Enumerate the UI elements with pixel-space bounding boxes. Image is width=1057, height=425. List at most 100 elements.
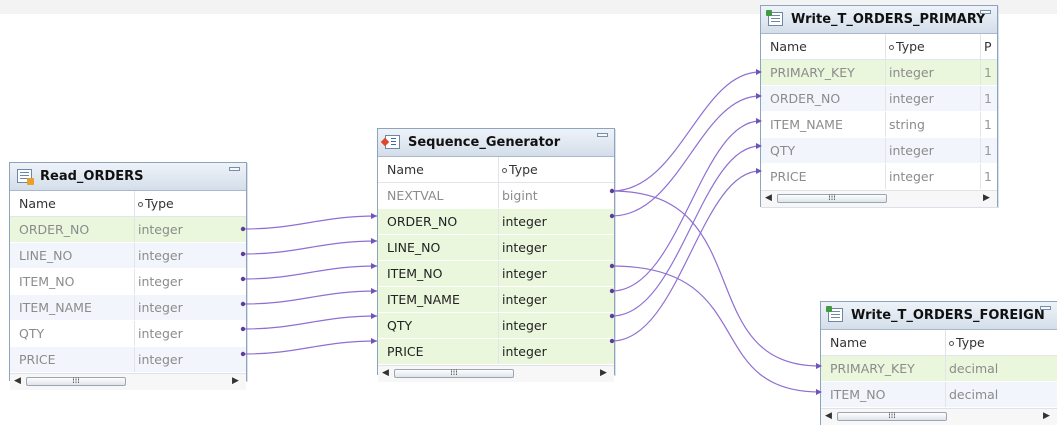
link-order-no-primary[interactable] bbox=[611, 95, 761, 217]
scroll-right-icon[interactable]: ▶ bbox=[982, 193, 991, 204]
column-header: Name Type bbox=[10, 191, 246, 217]
port-type: integer bbox=[134, 217, 232, 242]
port-row[interactable]: PRIMARY_KEY decimal bbox=[821, 356, 1057, 382]
scrollbar-thumb[interactable]: ⁞⁞⁞ bbox=[394, 369, 514, 378]
sequence-generator-icon bbox=[385, 135, 400, 149]
minimize-icon[interactable] bbox=[1040, 306, 1051, 310]
scroll-right-icon[interactable]: ▶ bbox=[231, 376, 240, 387]
name-header[interactable]: Name bbox=[761, 34, 885, 59]
port-row[interactable]: LINE_NO integer bbox=[10, 243, 246, 269]
link-qty[interactable] bbox=[242, 315, 378, 330]
type-header-label: Type bbox=[956, 335, 985, 350]
scroll-left-icon[interactable]: ◀ bbox=[824, 411, 833, 422]
port-name: QTY bbox=[19, 326, 45, 341]
port-row[interactable]: ITEM_NAME string 1 bbox=[761, 112, 997, 138]
port-row[interactable]: LINE_NO integer bbox=[378, 235, 614, 261]
port-name: ORDER_NO bbox=[770, 91, 841, 106]
port-row[interactable]: ORDER_NO integer 1 bbox=[761, 86, 997, 112]
sort-indicator-icon bbox=[949, 341, 954, 346]
scroll-left-icon[interactable]: ◀ bbox=[764, 193, 773, 204]
horizontal-scrollbar[interactable]: ◀ ⁞⁞⁞ ▶ bbox=[378, 365, 614, 382]
port-name: LINE_NO bbox=[19, 248, 73, 263]
port-name: LINE_NO bbox=[387, 240, 441, 255]
port-row[interactable]: PRIMARY_KEY integer 1 bbox=[761, 60, 997, 86]
link-price-primary[interactable] bbox=[611, 170, 761, 342]
link-item-no[interactable] bbox=[242, 265, 378, 280]
port-type: integer bbox=[134, 321, 232, 346]
horizontal-scrollbar[interactable]: ◀ ⁞⁞⁞ ▶ bbox=[761, 190, 997, 207]
port-type: bigint bbox=[498, 183, 598, 208]
port-row[interactable]: ITEM_NO decimal bbox=[821, 382, 1057, 408]
write-foreign-title: Write_T_ORDERS_FOREIGN bbox=[851, 308, 1045, 323]
link-item-name-primary[interactable] bbox=[611, 120, 761, 292]
port-name: ORDER_NO bbox=[387, 214, 458, 229]
name-header[interactable]: Name bbox=[10, 191, 134, 216]
precision-header[interactable]: P bbox=[980, 34, 996, 59]
port-name: ITEM_NAME bbox=[19, 300, 92, 315]
port-name: ORDER_NO bbox=[19, 222, 90, 237]
port-row[interactable]: PRICE integer bbox=[10, 347, 246, 373]
column-header: Name Type bbox=[378, 157, 614, 183]
link-nextval-primary-key[interactable] bbox=[611, 71, 761, 192]
read-orders-transformation[interactable]: Read_ORDERS Name Type ORDER_NO integer LI… bbox=[9, 162, 247, 390]
sort-indicator-icon bbox=[889, 45, 894, 50]
port-precision: 1 bbox=[980, 112, 996, 137]
scroll-left-icon[interactable]: ◀ bbox=[13, 376, 22, 387]
link-line-no[interactable] bbox=[242, 240, 378, 255]
port-name: QTY bbox=[770, 143, 796, 158]
sequence-generator-title-bar[interactable]: Sequence_Generator bbox=[378, 129, 614, 157]
link-price[interactable] bbox=[242, 340, 378, 355]
port-type: integer bbox=[134, 295, 232, 320]
port-name: PRIMARY_KEY bbox=[770, 65, 855, 80]
link-nextval-foreign-key[interactable] bbox=[611, 190, 821, 367]
scrollbar-thumb[interactable]: ⁞⁞⁞ bbox=[26, 377, 126, 386]
type-header[interactable]: Type bbox=[134, 191, 232, 216]
scrollbar-thumb[interactable]: ⁞⁞⁞ bbox=[777, 194, 887, 203]
target-table-icon bbox=[826, 306, 843, 322]
write-foreign-title-bar[interactable]: Write_T_ORDERS_FOREIGN bbox=[821, 302, 1057, 330]
type-header[interactable]: Type bbox=[945, 330, 1045, 355]
type-header[interactable]: Type bbox=[885, 34, 980, 59]
port-name: ITEM_NAME bbox=[770, 117, 843, 132]
name-header[interactable]: Name bbox=[378, 157, 498, 182]
sort-indicator-icon bbox=[502, 168, 507, 173]
write-primary-title-bar[interactable]: Write_T_ORDERS_PRIMARY bbox=[761, 6, 997, 34]
port-row[interactable]: ITEM_NO integer bbox=[378, 261, 614, 287]
port-row[interactable]: NEXTVAL bigint bbox=[378, 183, 614, 209]
type-header-label: Type bbox=[896, 39, 925, 54]
minimize-icon[interactable] bbox=[229, 167, 240, 171]
type-header[interactable]: Type bbox=[498, 157, 598, 182]
port-row[interactable]: ITEM_NO integer bbox=[10, 269, 246, 295]
port-row[interactable]: ITEM_NAME integer bbox=[10, 295, 246, 321]
write-primary-transformation[interactable]: Write_T_ORDERS_PRIMARY Name Type P PRIMA… bbox=[760, 5, 998, 207]
port-row[interactable]: QTY integer bbox=[10, 321, 246, 347]
minimize-icon[interactable] bbox=[980, 10, 991, 14]
link-item-name[interactable] bbox=[242, 290, 378, 305]
port-row[interactable]: ITEM_NAME integer bbox=[378, 287, 614, 313]
scroll-right-icon[interactable]: ▶ bbox=[1042, 411, 1051, 422]
link-order-no[interactable] bbox=[242, 215, 378, 230]
port-row[interactable]: PRICE integer bbox=[378, 339, 614, 365]
port-row[interactable]: QTY integer 1 bbox=[761, 138, 997, 164]
port-type: integer bbox=[498, 339, 598, 364]
scroll-right-icon[interactable]: ▶ bbox=[599, 368, 608, 379]
port-row[interactable]: PRICE integer 1 bbox=[761, 164, 997, 190]
minimize-icon[interactable] bbox=[597, 133, 608, 137]
port-row[interactable]: ORDER_NO integer bbox=[378, 209, 614, 235]
horizontal-scrollbar[interactable]: ◀ ⁞⁞⁞ ▶ bbox=[10, 373, 246, 390]
read-orders-title-bar[interactable]: Read_ORDERS bbox=[10, 163, 246, 191]
scrollbar-thumb[interactable]: ⁞⁞⁞ bbox=[837, 412, 947, 421]
read-orders-title: Read_ORDERS bbox=[40, 169, 144, 184]
port-row[interactable]: QTY integer bbox=[378, 313, 614, 339]
mapping-canvas[interactable]: Read_ORDERS Name Type ORDER_NO integer LI… bbox=[0, 0, 1057, 425]
sequence-generator-transformation[interactable]: Sequence_Generator Name Type NEXTVAL bigi… bbox=[377, 128, 615, 382]
write-primary-title: Write_T_ORDERS_PRIMARY bbox=[791, 12, 986, 27]
scroll-left-icon[interactable]: ◀ bbox=[381, 368, 390, 379]
link-item-no-foreign[interactable] bbox=[611, 265, 821, 393]
link-qty-primary[interactable] bbox=[611, 145, 761, 317]
port-row[interactable]: ORDER_NO integer bbox=[10, 217, 246, 243]
name-header[interactable]: Name bbox=[821, 330, 945, 355]
write-foreign-transformation[interactable]: Write_T_ORDERS_FOREIGN Name Type PRIMARY… bbox=[820, 301, 1057, 425]
horizontal-scrollbar[interactable]: ◀ ⁞⁞⁞ ▶ bbox=[821, 408, 1057, 425]
port-name: ITEM_NO bbox=[387, 266, 443, 281]
